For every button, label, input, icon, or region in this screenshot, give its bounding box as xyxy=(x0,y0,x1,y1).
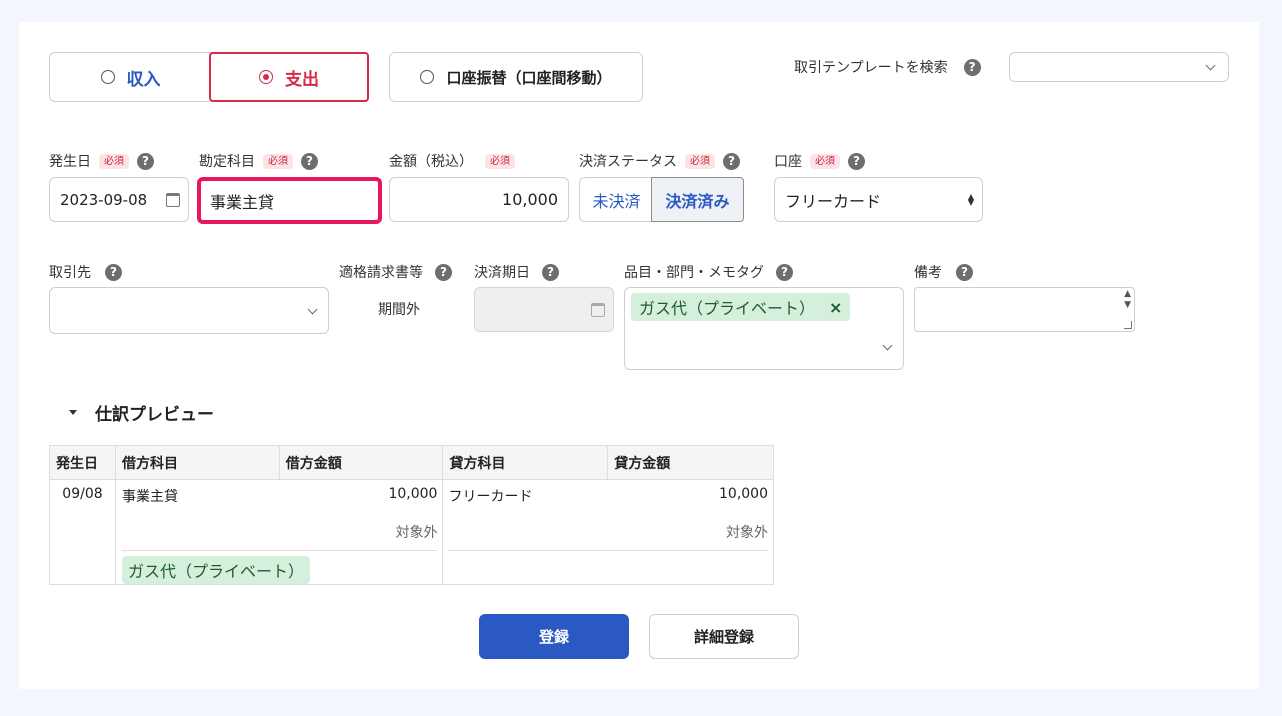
help-icon[interactable]: ? xyxy=(137,152,154,170)
select-arrows-icon: ▲ ▼ xyxy=(967,192,974,207)
credit-account: フリーカード xyxy=(448,489,533,505)
credit-cell: フリーカード 10,000 対象外 xyxy=(442,479,774,585)
debit-tax: 対象外 xyxy=(395,525,438,541)
resize-handle-icon[interactable] xyxy=(1124,321,1132,329)
due-label: 決済期日 ? xyxy=(474,262,559,282)
wallet-label: 口座 必須 ? xyxy=(774,151,865,171)
radio-selected-icon xyxy=(259,70,273,84)
required-badge: 必須 xyxy=(263,153,293,169)
due-date-input xyxy=(474,287,614,332)
col-date: 発生日 xyxy=(49,445,116,480)
amount-input[interactable]: 10,000 xyxy=(389,177,569,222)
detail-register-button[interactable]: 詳細登録 xyxy=(649,614,799,659)
col-credit-amount: 貸方金額 xyxy=(607,445,774,480)
table-header-row: 発生日 借方科目 借方金額 貸方科目 貸方金額 xyxy=(49,445,774,480)
help-icon[interactable]: ? xyxy=(301,152,318,170)
status-paid-button[interactable]: 決済済み xyxy=(651,177,744,222)
preview-title: 仕訳プレビュー xyxy=(95,405,214,425)
col-credit-account: 貸方科目 xyxy=(442,445,609,480)
journal-preview-table: 発生日 借方科目 借方金額 貸方科目 貸方金額 09/08 事業主貸 10,00… xyxy=(49,445,774,585)
tab-expense-label: 支出 xyxy=(285,69,319,90)
debit-amount: 10,000 xyxy=(388,486,438,502)
status-unpaid-button[interactable]: 未決済 xyxy=(579,177,653,222)
chevron-down-icon xyxy=(1205,60,1216,71)
debit-cell: 事業主貸 10,000 対象外 ガス代（プライベート） xyxy=(114,479,444,585)
memo-textarea[interactable]: ▲ ▼ xyxy=(914,287,1135,332)
account-item-label: 勘定科目 必須 ? xyxy=(199,151,318,171)
invoice-label: 適格請求書等 ? xyxy=(339,262,452,282)
tab-income[interactable]: 収入 xyxy=(49,52,211,102)
help-icon[interactable]: ? xyxy=(963,58,981,76)
credit-tax: 対象外 xyxy=(726,525,768,541)
caret-down-icon xyxy=(69,410,77,415)
debit-account: 事業主貸 xyxy=(121,489,178,505)
partner-select[interactable] xyxy=(49,287,329,334)
wallet-select[interactable]: フリーカード ▲ ▼ xyxy=(774,177,983,222)
help-icon[interactable]: ? xyxy=(848,152,865,170)
radio-icon xyxy=(420,70,435,84)
tag-chip: ガス代（プライベート） × xyxy=(631,293,851,321)
tab-transfer-label: 口座振替（口座間移動） xyxy=(446,68,612,87)
required-badge: 必須 xyxy=(485,153,515,169)
date-label: 発生日 必須 ? xyxy=(49,151,154,171)
tab-expense[interactable]: 支出 xyxy=(209,52,369,102)
tags-label: 品目・部門・メモタグ ? xyxy=(624,262,793,282)
template-search-label: 取引テンプレートを検索 ? xyxy=(794,57,981,77)
help-icon[interactable]: ? xyxy=(776,263,793,281)
required-badge: 必須 xyxy=(685,153,715,169)
register-button[interactable]: 登録 xyxy=(479,614,629,659)
scroll-arrows-icon[interactable]: ▲ ▼ xyxy=(1124,289,1131,311)
preview-toggle[interactable]: 仕訳プレビュー xyxy=(69,400,214,425)
status-label: 決済ステータス 必須 ? xyxy=(579,151,740,171)
help-icon[interactable]: ? xyxy=(956,263,973,281)
help-icon[interactable]: ? xyxy=(435,263,452,281)
help-icon[interactable]: ? xyxy=(105,263,122,281)
required-badge: 必須 xyxy=(99,153,129,169)
preview-tag: ガス代（プライベート） xyxy=(121,556,310,584)
remove-tag-icon[interactable]: × xyxy=(829,298,842,317)
amount-label: 金額（税込） 必須 xyxy=(389,151,515,171)
credit-amount: 10,000 xyxy=(719,486,768,502)
calendar-icon[interactable] xyxy=(166,193,180,207)
template-search-select[interactable] xyxy=(1009,52,1229,82)
radio-icon xyxy=(100,70,115,84)
calendar-icon xyxy=(591,303,605,317)
chevron-down-icon xyxy=(882,340,893,351)
help-icon[interactable]: ? xyxy=(542,263,559,281)
col-debit-amount: 借方金額 xyxy=(278,445,444,480)
account-item-input[interactable]: 事業主貸 xyxy=(197,177,382,224)
partner-label: 取引先 ? xyxy=(49,262,122,282)
form-panel: 収入 支出 口座振替（口座間移動） 取引テンプレートを検索 ? 発生日 必須 ?… xyxy=(19,22,1259,689)
chevron-down-icon xyxy=(307,304,318,315)
tab-transfer[interactable]: 口座振替（口座間移動） xyxy=(389,52,643,102)
help-icon[interactable]: ? xyxy=(723,152,740,170)
invoice-value: 期間外 xyxy=(378,302,420,318)
tab-income-label: 収入 xyxy=(126,69,161,90)
col-debit-account: 借方科目 xyxy=(114,445,280,480)
date-input[interactable]: 2023-09-08 xyxy=(49,177,189,222)
tags-select[interactable]: ガス代（プライベート） × xyxy=(624,287,904,370)
row-date: 09/08 xyxy=(49,479,116,585)
required-badge: 必須 xyxy=(810,153,840,169)
table-row: 09/08 事業主貸 10,000 対象外 ガス代（プライベート） フリーカード… xyxy=(49,479,774,585)
memo-label: 備考 ? xyxy=(914,262,973,282)
